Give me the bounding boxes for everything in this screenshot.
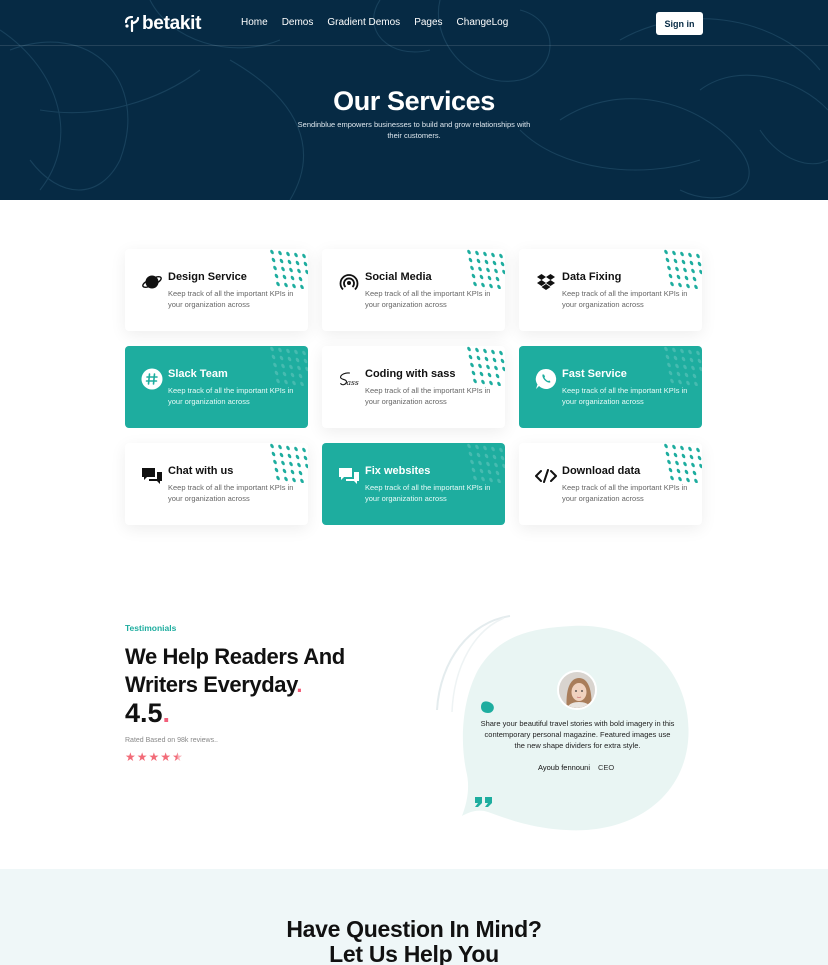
chat-icon: [338, 465, 360, 487]
dropbox-icon: [535, 271, 557, 293]
service-card-title: Design Service: [168, 271, 247, 283]
rating-value: 4.5.: [125, 698, 171, 728]
service-card-title: Fast Service: [562, 368, 627, 380]
planet-icon: [141, 271, 163, 293]
dots-pattern: [270, 443, 308, 483]
service-card-text: Keep track of all the important KPIs in …: [562, 483, 688, 503]
nav-link-pages[interactable]: Pages: [414, 17, 442, 28]
service-card-text: Keep track of all the important KPIs in …: [562, 289, 688, 309]
avatar: [557, 670, 597, 710]
service-card-text: Keep track of all the important KPIs in …: [365, 483, 491, 503]
service-card-slack-team[interactable]: Slack Team Keep track of all the importa…: [125, 346, 308, 428]
sass-icon: ass: [338, 368, 360, 390]
testimonial-author: Ayoub fennouni CEO: [538, 763, 622, 772]
testimonial-quote: Share your beautiful travel stories with…: [480, 719, 675, 750]
author-role: CEO: [598, 763, 615, 772]
chat-icon: [141, 465, 163, 487]
slack-icon: [141, 368, 163, 390]
nav-link-changelog[interactable]: ChangeLog: [457, 17, 509, 28]
service-card-coding-with-sass[interactable]: ass Coding with sass Keep track of all t…: [322, 346, 505, 428]
hero-section: betakit Home Demos Gradient Demos Pages …: [0, 0, 828, 200]
star-icon: ★: [148, 750, 160, 764]
dots-pattern: [664, 249, 702, 289]
dots-pattern: [467, 443, 505, 483]
author-name: Ayoub fennouni: [538, 763, 590, 772]
logo-text: betakit: [142, 13, 202, 34]
nav-links: Home Demos Gradient Demos Pages ChangeLo…: [241, 17, 522, 28]
dots-pattern: [467, 346, 505, 386]
service-card-fast-service[interactable]: Fast Service Keep track of all the impor…: [519, 346, 702, 428]
navbar: betakit Home Demos Gradient Demos Pages …: [0, 0, 828, 46]
sign-in-button[interactable]: Sign in: [656, 12, 703, 35]
faq-section: Have Question In Mind? Let Us Help You: [0, 869, 828, 965]
service-card-fix-websites[interactable]: Fix websites Keep track of all the impor…: [322, 443, 505, 525]
service-card-title: Chat with us: [168, 465, 234, 477]
page-title: Our Services: [333, 86, 495, 116]
half-star-icon: ★: [172, 750, 183, 764]
nav-link-demos[interactable]: Demos: [282, 17, 314, 28]
nav-link-gradient-demos[interactable]: Gradient Demos: [327, 17, 400, 28]
whatsapp-icon: [535, 368, 557, 390]
section-label: Testimonials: [125, 623, 177, 633]
service-card-text: Keep track of all the important KPIs in …: [365, 386, 491, 406]
logo-icon: [125, 16, 140, 32]
nav-link-home[interactable]: Home: [241, 17, 268, 28]
dots-pattern: [664, 443, 702, 483]
accent-dot: .: [296, 672, 303, 697]
service-card-chat-with-us[interactable]: Chat with us Keep track of all the impor…: [125, 443, 308, 525]
service-card-title: Download data: [562, 465, 641, 477]
quote-icon: [475, 797, 492, 807]
hero-subtitle: Sendinblue empowers businesses to build …: [297, 120, 531, 140]
service-card-social-media[interactable]: Social Media Keep track of all the impor…: [322, 249, 505, 331]
dots-pattern: [270, 249, 308, 289]
accent-dot: .: [162, 698, 171, 728]
star-icon: ★: [125, 750, 136, 764]
service-card-title: Slack Team: [168, 368, 228, 380]
service-card-download-data[interactable]: Download data Keep track of all the impo…: [519, 443, 702, 525]
service-card-text: Keep track of all the important KPIs in …: [168, 483, 294, 503]
svg-text:ass: ass: [346, 378, 358, 387]
service-card-title: Data Fixing: [562, 271, 622, 283]
testimonials-heading: We Help Readers And Writers Everyday.: [125, 644, 345, 697]
star-rating: ★ ★ ★ ★ ★: [125, 751, 184, 763]
service-card-text: Keep track of all the important KPIs in …: [168, 289, 294, 309]
reviews-count: Rated Based on 98k reviews..: [125, 737, 218, 744]
service-card-text: Keep track of all the important KPIs in …: [168, 386, 294, 406]
dots-pattern: [467, 249, 505, 289]
star-icon: ★: [136, 750, 148, 764]
service-card-data-fixing[interactable]: Data Fixing Keep track of all the import…: [519, 249, 702, 331]
service-card-title: Social Media: [365, 271, 432, 283]
broadcast-icon: [338, 271, 360, 293]
service-card-design-service[interactable]: Design Service Keep track of all the imp…: [125, 249, 308, 331]
dots-pattern: [270, 346, 308, 386]
dots-pattern: [664, 346, 702, 386]
star-icon: ★: [160, 750, 172, 764]
service-card-text: Keep track of all the important KPIs in …: [562, 386, 688, 406]
service-card-title: Coding with sass: [365, 368, 456, 380]
logo[interactable]: betakit: [125, 13, 201, 35]
service-card-text: Keep track of all the important KPIs in …: [365, 289, 491, 309]
code-arrows-icon: [535, 465, 557, 487]
service-card-title: Fix websites: [365, 465, 431, 477]
faq-title: Have Question In Mind? Let Us Help You: [286, 916, 542, 965]
